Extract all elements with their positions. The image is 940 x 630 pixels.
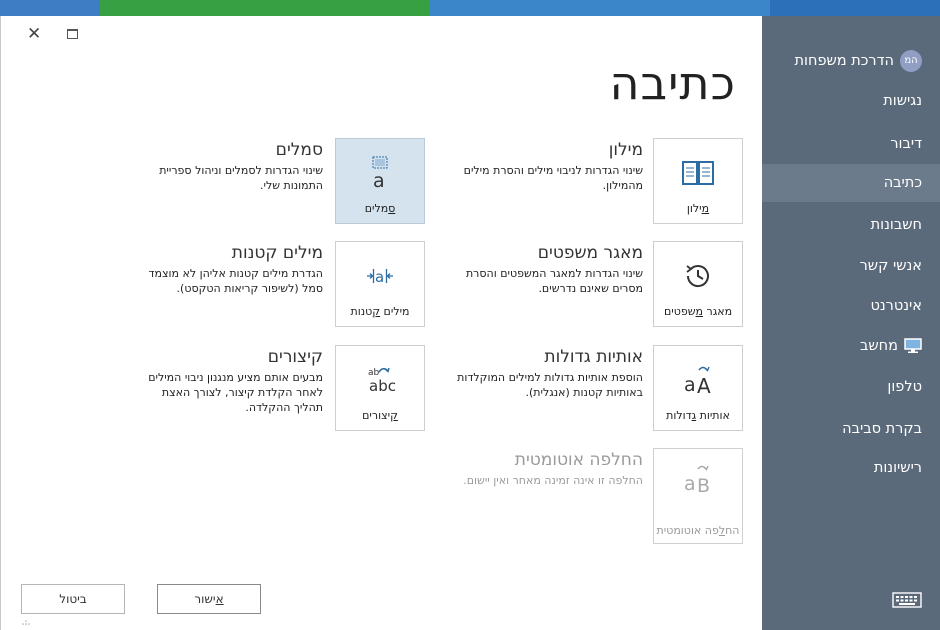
restore-icon[interactable] xyxy=(67,29,78,39)
resize-grip-icon[interactable] xyxy=(21,618,31,626)
autoreplace-tile: a B החלפה אוטומטית xyxy=(653,448,743,544)
dictionary-title: מילון xyxy=(608,140,643,160)
dictionary-desc: שינוי הגדרות לניבוי מילים והסרת מילים מה… xyxy=(463,164,643,192)
sidebar-item-environment-control[interactable]: בקרת סביבה xyxy=(762,410,940,448)
monitor-icon xyxy=(904,338,922,353)
user-avatar: המ xyxy=(900,50,922,72)
phrases-desc: שינוי הגדרות למאגר המשפטים והסרת מסרים ש… xyxy=(465,267,643,295)
book-icon xyxy=(654,157,742,189)
symbols-tile[interactable]: a סמלים xyxy=(335,138,425,224)
autoreplace-title: החלפה אוטומטית xyxy=(514,450,643,470)
smallwords-tile[interactable]: a מילים קטנות xyxy=(335,241,425,327)
sidebar-item-computer-label: מחשב xyxy=(860,338,898,354)
svg-text:abc: abc xyxy=(369,377,396,395)
close-icon[interactable]: ✕ xyxy=(27,24,41,44)
svg-text:a: a xyxy=(373,170,385,190)
top-color-bar xyxy=(0,0,940,16)
shortcuts-desc: מבעים אותם מציע מנגנון ניבוי המילים לאחר… xyxy=(148,371,323,414)
symbol-a-icon: a xyxy=(336,156,424,190)
keyboard-icon[interactable] xyxy=(892,592,922,608)
sidebar-item-accounts[interactable]: חשבונות xyxy=(762,206,940,244)
shortcuts-tile-label: קיצורים xyxy=(362,409,398,422)
shortcuts-tile[interactable]: ab abc קיצורים xyxy=(335,345,425,431)
shortcuts-title: קיצורים xyxy=(267,347,323,367)
sidebar-user-name: הדרכת משפחות xyxy=(794,53,894,69)
symbols-tile-label: סמלים xyxy=(364,202,396,215)
abbreviation-icon: ab abc xyxy=(336,364,424,396)
writing-settings-window: ✕ כתיבה מילון מאגר משפטים a A אותיות גדו… xyxy=(0,16,762,630)
phrases-tile[interactable]: מאגר משפטים xyxy=(653,241,743,327)
sidebar-item-accessibility[interactable]: נגישות xyxy=(762,82,940,120)
sidebar-item-computer[interactable]: מחשב xyxy=(762,327,940,365)
shortcuts-description: קיצורים מבעים אותם מציע מנגנון ניבוי המי… xyxy=(133,347,323,415)
svg-text:a: a xyxy=(375,268,384,286)
settings-sidebar: המ הדרכת משפחות נגישות דיבור כתיבה חשבונ… xyxy=(762,16,940,630)
sidebar-item-speech[interactable]: דיבור xyxy=(762,125,940,163)
sidebar-item-writing[interactable]: כתיבה xyxy=(762,164,940,202)
phrases-tile-label: מאגר משפטים xyxy=(663,305,733,318)
autoreplace-description: החלפה אוטומטית החלפה זו אינה זמינה מאחר … xyxy=(453,450,643,488)
sidebar-item-licenses[interactable]: רישיונות xyxy=(762,449,940,487)
svg-text:a: a xyxy=(684,374,696,396)
smallwords-description: מילים קטנות הגדרת מילים קטנות אליהן לא מ… xyxy=(133,243,323,296)
autoreplace-desc: החלפה זו אינה זמינה מאחר ואין יישום. xyxy=(463,474,643,487)
svg-text:B: B xyxy=(697,475,710,495)
history-clock-icon xyxy=(654,260,742,292)
capitals-description: אותיות גדולות הוספת אותיות גדולות למילים… xyxy=(453,347,643,400)
sidebar-item-phone[interactable]: טלפון xyxy=(762,368,940,406)
smallwords-desc: הגדרת מילים קטנות אליהן לא מוצמד סמל (לש… xyxy=(148,267,323,295)
capitals-title: אותיות גדולות xyxy=(544,347,643,367)
ok-button[interactable]: אישור xyxy=(157,584,261,614)
small-word-icon: a xyxy=(336,260,424,292)
page-title: כתיבה xyxy=(609,56,736,110)
sidebar-item-contacts[interactable]: אנשי קשר xyxy=(762,247,940,285)
sidebar-item-internet[interactable]: אינטרנט xyxy=(762,287,940,325)
smallwords-title: מילים קטנות xyxy=(231,243,323,263)
sidebar-user[interactable]: המ הדרכת משפחות xyxy=(762,42,940,80)
capitals-tile[interactable]: a A אותיות גדולות xyxy=(653,345,743,431)
svg-text:a: a xyxy=(684,473,696,495)
cancel-button[interactable]: ביטול xyxy=(21,584,125,614)
symbols-title: סמלים xyxy=(275,140,323,160)
capitals-desc: הוספת אותיות גדולות למילים המוקלדות באות… xyxy=(457,371,643,399)
symbols-description: סמלים שינוי הגדרות לסמלים וניהול ספריית … xyxy=(133,140,323,193)
symbols-desc: שינוי הגדרות לסמלים וניהול ספריית התמונו… xyxy=(159,164,323,192)
dictionary-description: מילון שינוי הגדרות לניבוי מילים והסרת מי… xyxy=(453,140,643,193)
autoreplace-tile-label: החלפה אוטומטית xyxy=(656,524,740,537)
dictionary-tile-label: מילון xyxy=(686,202,710,215)
capitalize-icon: a A xyxy=(654,364,742,396)
phrases-title: מאגר משפטים xyxy=(537,243,643,263)
smallwords-tile-label: מילים קטנות xyxy=(350,305,410,318)
svg-text:A: A xyxy=(697,374,711,396)
phrases-description: מאגר משפטים שינוי הגדרות למאגר המשפטים ו… xyxy=(453,243,643,296)
capitals-tile-label: אותיות גדולות xyxy=(666,409,730,422)
autoreplace-icon: a B xyxy=(654,463,742,495)
dictionary-tile[interactable]: מילון xyxy=(653,138,743,224)
